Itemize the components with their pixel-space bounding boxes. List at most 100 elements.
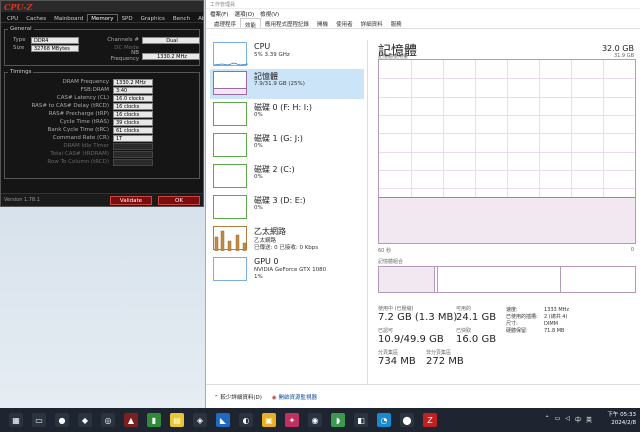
perf-item-memory[interactable]: 記憶體 7.9/31.9 GB (25%) [210,69,364,99]
cpuz-timing-label: DRAM Frequency [62,79,109,85]
detail-reserved: 硬體保留: 71.8 MB [506,327,564,334]
cpuz-tab-caches[interactable]: Caches [22,14,50,22]
app-icon[interactable]: ◎ [101,413,115,427]
app-icon[interactable]: ⬤ [400,413,414,427]
detail-form-factor: 尺寸: DIMM [506,320,558,327]
cpuz-timing-value: 16 clocks [113,102,153,110]
tab-details[interactable]: 詳細資料 [357,18,387,28]
stat-available: 可用的 24.1 GB [456,305,496,323]
cpuz-title-bar[interactable]: CPU-Z [1,1,203,12]
cpuz-logo: CPU-Z [4,1,33,12]
volume-icon[interactable]: ◁ [565,415,570,424]
cpuz-timing-value: 1T [113,134,153,142]
gpu-thumb-graph [213,257,247,281]
cpuz-timing-label: CAS# Latency (CL) [56,95,109,101]
tm-title-bar[interactable]: 工作管理員 [206,0,640,9]
cpuz-tab-cpu[interactable]: CPU [3,14,22,22]
app-icon[interactable]: ● [55,413,69,427]
tm-tabs: 處理程序 效能 應用程式歷程記錄 開機 使用者 詳細資料 服務 [206,18,640,29]
perf-item-ethernet[interactable]: 乙太網路 乙太網路 已傳送: 0 已接收: 0 Kbps [210,224,364,254]
ime-indicator[interactable]: 英 [586,415,592,424]
menu-file[interactable]: 檔案(F) [210,10,228,18]
ok-button[interactable]: OK [158,195,200,205]
tab-processes[interactable]: 處理程序 [210,18,240,28]
vscode-icon[interactable]: ◣ [216,413,230,427]
perf-item-sub: 0% [254,143,263,149]
stat-label: 使用中 (已壓縮) [378,306,414,312]
x-axis-left-label: 60 秒 [378,248,391,254]
cpuz-taskbar-icon[interactable]: Z [423,413,437,427]
disk-thumb-graph [213,102,247,126]
perf-item-disk3[interactable]: 磁碟 3 (D: E:) 0% [210,193,364,223]
x-axis-right-label: 0 [630,247,634,253]
perf-item-disk2[interactable]: 磁碟 2 (C:) 0% [210,162,364,192]
resource-monitor-link[interactable]: ◉ 開啟資源監視器 [272,393,317,401]
cpuz-tab-memory[interactable]: Memory [87,14,118,22]
stat-label: 已認可 [378,328,394,334]
menu-view[interactable]: 檢視(V) [260,10,279,18]
perf-item-sub: 5% 3.39 GHz [254,52,290,58]
cpu-thumb-graph [213,42,249,66]
perf-item-gpu[interactable]: GPU 0 NVIDIA GeForce GTX 1080 1% [210,255,364,285]
stat-cached: 已快取 16.0 GB [456,327,496,345]
cpuz-tab-graphics[interactable]: Graphics [137,14,169,22]
cpuz-tab-spd[interactable]: SPD [118,14,137,22]
edge-icon[interactable]: ◔ [377,413,391,427]
cpuz-channels-label: Channels # [107,37,139,43]
cpuz-nb-label: NB Frequency [110,50,139,62]
cpuz-type-value: DDR4 [31,36,79,44]
stat-in-use: 使用中 (已壓縮) 7.2 GB (1.3 MB) [378,305,457,323]
app-icon[interactable]: ▣ [262,413,276,427]
cpuz-right-general: Channels # Dual DC Mode NB Frequency 1330.… [103,36,200,62]
app-icon[interactable]: ▲ [124,413,138,427]
app-icon[interactable]: ◆ [78,413,92,427]
cpuz-type-row: Type DDR4 Size 32768 MBytes [13,36,79,52]
app-icon[interactable]: ◧ [354,413,368,427]
file-explorer-icon[interactable]: ▭ [32,413,46,427]
fewer-details-button[interactable]: ⌃ 較少詳細資料(D) [214,393,262,401]
ime-mode-indicator[interactable]: 中 [575,415,581,424]
perf-item-disk0[interactable]: 磁碟 0 (F: H: I:) 0% [210,100,364,130]
stat-value: 10.9/49.9 GB [378,334,444,345]
cpuz-timing-value: 16.0 clocks [113,94,153,102]
perf-item-cpu[interactable]: CPU 5% 3.39 GHz [210,40,364,70]
perf-item-disk1[interactable]: 磁碟 1 (G: J:) 0% [210,131,364,161]
detail-slots: 已使用的插槽: 2 (總共 4) [506,313,567,320]
app-icon[interactable]: ▤ [170,413,184,427]
tab-users[interactable]: 使用者 [332,18,357,28]
app-icon[interactable]: ✦ [285,413,299,427]
stat-value: 16.0 GB [456,334,497,345]
cpuz-tab-bench[interactable]: Bench [169,14,194,22]
detail-value: 71.8 MB [544,328,565,334]
stat-value: 734 MB [378,356,416,367]
network-icon[interactable]: ▭ [555,415,561,424]
tab-performance[interactable]: 效能 [240,18,262,29]
memory-usage-graph [378,59,636,244]
menu-options[interactable]: 選項(O) [234,10,254,18]
app-icon[interactable]: ◈ [193,413,207,427]
cpuz-size-label: Size [13,45,25,51]
perf-item-sub: 0% [254,205,263,211]
tab-services[interactable]: 服務 [387,18,406,28]
tab-startup[interactable]: 開機 [313,18,332,28]
cpuz-timing-value: 1330.2 MHz [113,78,153,86]
tab-app-history[interactable]: 應用程式歷程記錄 [261,18,313,28]
memory-detail-pane: 記憶體 32.0 GB 記憶體使用量 31.9 GB 60 秒 0 記憶體組合 … [376,40,638,384]
stat-nonpaged-pool: 非分頁集區 272 MB [426,349,464,367]
app-icon[interactable]: ▮ [147,413,161,427]
stat-label: 已快取 [456,328,472,334]
app-icon[interactable]: ◗ [331,413,345,427]
clock[interactable]: 下午 05:33 2024/2/8 [607,411,636,427]
tm-title: 工作管理員 [210,1,236,8]
cpuz-timing-value [113,150,153,158]
tm-menu-bar: 檔案(F) 選項(O) 檢視(V) [206,9,640,18]
detail-key: 速度: [506,307,518,313]
cpuz-timings-group: Timings DRAM Frequency 1330.2 MHz FSB:DRA… [4,69,200,179]
task-manager-window: 工作管理員 檔案(F) 選項(O) 檢視(V) 處理程序 效能 應用程式歷程記錄… [205,0,640,408]
app-icon[interactable]: ◐ [239,413,253,427]
app-icon[interactable]: ◉ [308,413,322,427]
validate-button[interactable]: Validate [110,195,152,205]
cpuz-tab-mainboard[interactable]: Mainboard [50,14,87,22]
chevron-up-icon[interactable]: ⌃ [545,415,550,424]
start-icon[interactable]: ▦ [9,413,23,427]
